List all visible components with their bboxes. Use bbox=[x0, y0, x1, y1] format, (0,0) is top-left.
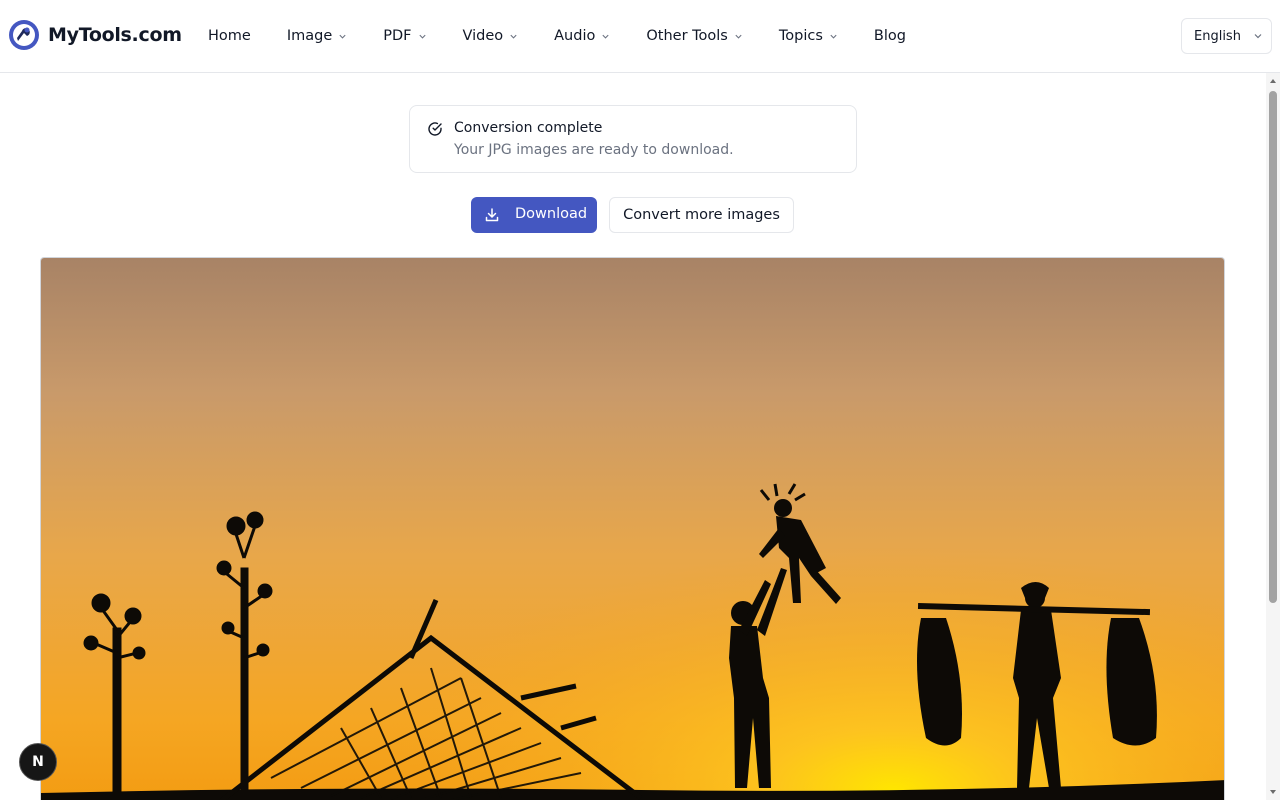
download-button-label: Download bbox=[515, 206, 588, 222]
page-scrollbar[interactable] bbox=[1266, 73, 1280, 800]
alert-description: Your JPG images are ready to download. bbox=[454, 142, 734, 158]
nav-video-label: Video bbox=[462, 28, 504, 44]
language-select[interactable]: English bbox=[1181, 18, 1272, 54]
nav-pdf[interactable]: PDF bbox=[383, 28, 426, 44]
scroll-up-arrow-icon[interactable] bbox=[1266, 75, 1280, 87]
nav-other-tools-label: Other Tools bbox=[646, 28, 728, 44]
nav-blog-label: Blog bbox=[873, 28, 906, 44]
nav-blog[interactable]: Blog bbox=[874, 28, 906, 44]
convert-more-button[interactable]: Convert more images bbox=[609, 197, 794, 233]
nav-pdf-label: PDF bbox=[383, 28, 412, 44]
main-nav: Home Image PDF Video Audio Other Tools T… bbox=[208, 0, 942, 72]
chevron-down-icon bbox=[510, 34, 517, 39]
nav-home-label: Home bbox=[208, 28, 251, 44]
nav-image[interactable]: Image bbox=[287, 28, 347, 44]
chevron-down-icon bbox=[418, 34, 426, 39]
language-select-value: English bbox=[1194, 28, 1241, 44]
nav-image-label: Image bbox=[286, 28, 333, 44]
sunset-silhouette-image bbox=[41, 258, 1224, 800]
nav-home[interactable]: Home bbox=[208, 28, 251, 44]
chevron-down-icon bbox=[830, 34, 837, 39]
scroll-down-arrow-icon[interactable] bbox=[1266, 786, 1280, 798]
converted-image-preview bbox=[40, 257, 1225, 800]
nav-audio[interactable]: Audio bbox=[554, 28, 610, 44]
nav-video[interactable]: Video bbox=[463, 28, 519, 44]
check-circle-icon bbox=[428, 122, 442, 136]
site-header: MyTools.com Home Image PDF Video Audio O… bbox=[0, 0, 1280, 73]
nav-topics[interactable]: Topics bbox=[779, 28, 838, 44]
nav-audio-label: Audio bbox=[554, 28, 596, 44]
next-dev-badge[interactable]: N bbox=[19, 743, 57, 781]
conversion-alert: Conversion complete Your JPG images are … bbox=[409, 105, 857, 173]
nav-other-tools[interactable]: Other Tools bbox=[646, 28, 743, 44]
logo-icon bbox=[9, 20, 39, 50]
alert-title: Conversion complete bbox=[454, 120, 603, 136]
site-logo[interactable]: MyTools.com bbox=[8, 19, 182, 51]
brand-name: MyTools.com bbox=[48, 24, 182, 46]
download-button[interactable]: Download bbox=[471, 197, 597, 233]
chevron-down-icon bbox=[735, 34, 742, 39]
download-icon bbox=[485, 208, 499, 222]
scrollbar-thumb[interactable] bbox=[1269, 91, 1277, 603]
chevron-down-icon bbox=[602, 34, 609, 39]
chevron-down-icon bbox=[1254, 34, 1262, 39]
convert-more-button-label: Convert more images bbox=[623, 207, 780, 223]
chevron-down-icon bbox=[339, 34, 346, 39]
nav-topics-label: Topics bbox=[778, 28, 823, 44]
